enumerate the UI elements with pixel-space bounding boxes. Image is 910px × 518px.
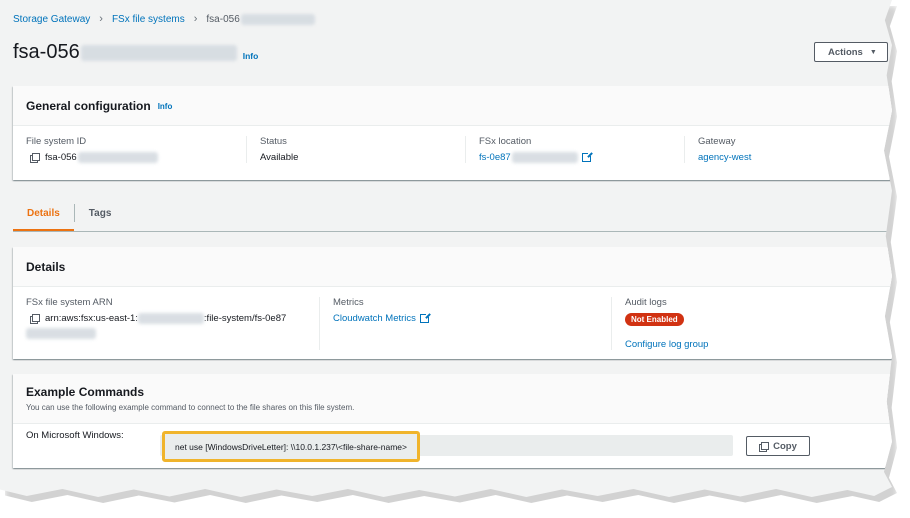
breadcrumb-current: fsa-056 bbox=[206, 13, 240, 25]
fsx-location-link[interactable]: fs-0e87 bbox=[479, 152, 511, 163]
copy-label: Copy bbox=[773, 440, 797, 452]
redacted-text bbox=[80, 44, 237, 61]
general-configuration-panel: General configuration Info File system I… bbox=[13, 86, 892, 180]
file-system-id-label: File system ID bbox=[26, 136, 87, 147]
page-title-row: fsa-056 Info bbox=[13, 41, 258, 64]
chevron-right-icon: › bbox=[99, 13, 103, 25]
windows-command-row: On Microsoft Windows: bbox=[26, 430, 124, 441]
external-link-icon bbox=[419, 312, 431, 323]
breadcrumb: Storage Gateway › FSx file systems › fsa… bbox=[13, 13, 315, 25]
audit-logs-label: Audit logs bbox=[625, 297, 667, 308]
redacted-text bbox=[511, 152, 578, 163]
redacted-text bbox=[240, 13, 315, 25]
metrics-label: Metrics bbox=[333, 297, 364, 308]
gateway-col: Gateway agency-west bbox=[684, 136, 874, 163]
arn-value-row: arn:aws:fsx:us-east-1: :file-system/fs-0… bbox=[26, 313, 309, 324]
command-text: net use [WindowsDriveLetter]: \\10.0.1.2… bbox=[175, 441, 407, 452]
gateway-link[interactable]: agency-west bbox=[698, 152, 751, 163]
copy-icon[interactable] bbox=[30, 153, 40, 163]
caret-down-icon: ▼ bbox=[869, 48, 877, 56]
general-columns: File system ID fsa-056 Status Available … bbox=[13, 126, 892, 163]
command-highlight: net use [WindowsDriveLetter]: \\10.0.1.2… bbox=[162, 431, 420, 462]
windows-label: On Microsoft Windows: bbox=[26, 430, 124, 441]
copy-button[interactable]: Copy bbox=[746, 436, 810, 456]
tab-details[interactable]: Details bbox=[13, 198, 74, 231]
file-system-id-value: fsa-056 bbox=[45, 152, 77, 163]
tab-bar: Details Tags bbox=[13, 198, 892, 232]
fsx-location-value-row[interactable]: fs-0e87 bbox=[479, 151, 674, 163]
arn-value-prefix: arn:aws:fsx:us-east-1: bbox=[45, 313, 138, 324]
metrics-col: Metrics Cloudwatch Metrics bbox=[319, 297, 611, 350]
copy-icon[interactable] bbox=[30, 314, 40, 324]
example-commands-panel: Example Commands You can use the followi… bbox=[13, 374, 892, 468]
details-header: Details bbox=[13, 247, 892, 287]
actions-label: Actions bbox=[828, 46, 863, 58]
example-commands-description: You can use the following example comman… bbox=[26, 403, 355, 412]
fsx-location-col: FSx location fs-0e87 bbox=[465, 136, 684, 163]
actions-button[interactable]: Actions ▼ bbox=[814, 42, 888, 62]
configure-log-group-link[interactable]: Configure log group bbox=[625, 339, 708, 350]
title-info-link[interactable]: Info bbox=[243, 51, 259, 61]
external-link-icon bbox=[581, 151, 593, 162]
gateway-label: Gateway bbox=[698, 136, 736, 147]
cloudwatch-metrics-link[interactable]: Cloudwatch Metrics bbox=[333, 313, 416, 324]
arn-label: FSx file system ARN bbox=[26, 297, 113, 308]
details-columns: FSx file system ARN arn:aws:fsx:us-east-… bbox=[13, 287, 892, 350]
breadcrumb-fsx-file-systems[interactable]: FSx file systems bbox=[112, 14, 185, 25]
status-label: Status bbox=[260, 136, 287, 147]
file-system-id-col: File system ID fsa-056 bbox=[26, 136, 246, 163]
redacted-text bbox=[137, 313, 204, 324]
page-title: fsa-056 bbox=[13, 41, 80, 63]
tab-tags[interactable]: Tags bbox=[75, 198, 126, 231]
not-enabled-badge: Not Enabled bbox=[625, 313, 684, 326]
redacted-text bbox=[77, 152, 158, 163]
page: Storage Gateway › FSx file systems › fsa… bbox=[0, 0, 892, 497]
general-configuration-title: General configuration bbox=[26, 98, 151, 113]
fsx-location-label: FSx location bbox=[479, 136, 532, 147]
audit-logs-col: Audit logs Not Enabled Configure log gro… bbox=[611, 297, 871, 350]
general-info-link[interactable]: Info bbox=[158, 102, 173, 111]
breadcrumb-storage-gateway[interactable]: Storage Gateway bbox=[13, 14, 90, 25]
example-commands-header: Example Commands You can use the followi… bbox=[13, 374, 892, 424]
status-col: Status Available bbox=[246, 136, 465, 163]
arn-col: FSx file system ARN arn:aws:fsx:us-east-… bbox=[26, 297, 319, 350]
chevron-right-icon: › bbox=[193, 13, 198, 25]
arn-value-suffix: :file-system/fs-0e87 bbox=[203, 313, 287, 324]
general-configuration-header: General configuration Info bbox=[13, 86, 892, 126]
copy-icon bbox=[759, 441, 770, 452]
details-title: Details bbox=[26, 259, 66, 274]
redacted-text bbox=[26, 328, 96, 339]
example-commands-title: Example Commands bbox=[26, 385, 145, 399]
status-value: Available bbox=[260, 152, 299, 163]
file-system-id-value-row: fsa-056 bbox=[26, 152, 236, 163]
details-panel: Details FSx file system ARN arn:aws:fsx:… bbox=[13, 247, 892, 359]
